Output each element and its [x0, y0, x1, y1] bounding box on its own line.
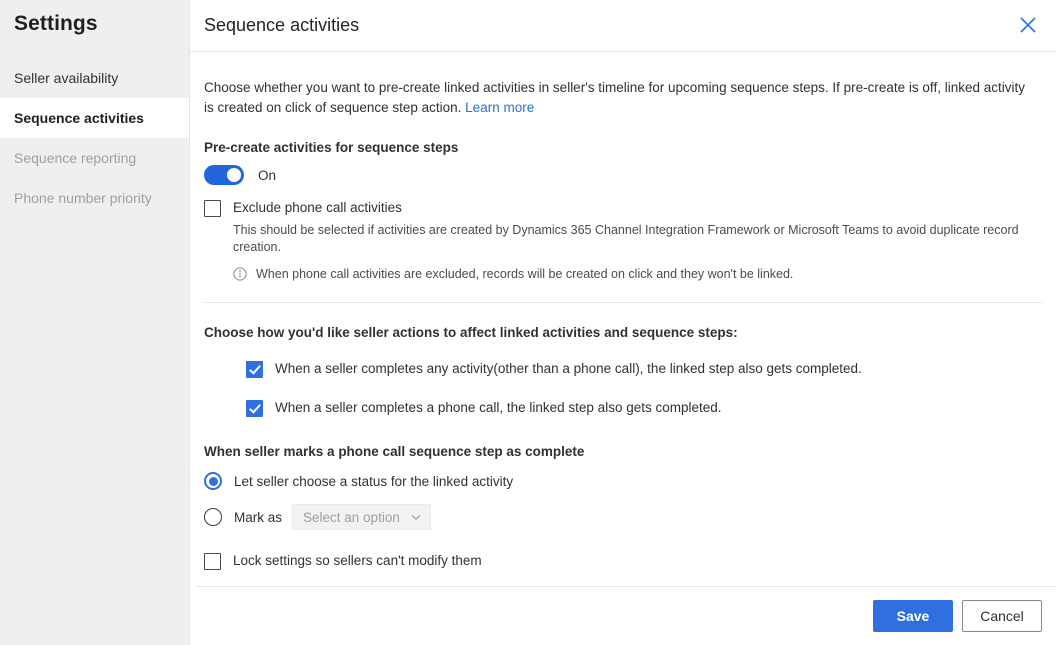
- sidebar-item-label: Seller availability: [14, 70, 119, 86]
- radio-mark-as-label: Mark as: [234, 509, 283, 525]
- seller-actions-heading: Choose how you'd like seller actions to …: [204, 325, 738, 340]
- precreate-toggle-row: On: [204, 165, 1042, 185]
- phone-complete-heading: When seller marks a phone call sequence …: [204, 444, 585, 459]
- sidebar-item-label: Phone number priority: [14, 190, 152, 206]
- sidebar-nav: Seller availability Sequence activities …: [0, 58, 189, 218]
- sidebar-item-label: Sequence reporting: [14, 150, 137, 166]
- seller-action-phone-call-label: When a seller completes a phone call, th…: [275, 400, 722, 415]
- radio-let-seller-choose[interactable]: [204, 472, 222, 490]
- seller-action-option-row: When a seller completes a phone call, th…: [246, 399, 1042, 417]
- footer-divider: [195, 586, 1056, 587]
- lock-settings-row: Lock settings so sellers can't modify th…: [204, 552, 1042, 570]
- sidebar-item-label: Sequence activities: [14, 110, 144, 126]
- sidebar-item-sequence-reporting: Sequence reporting: [0, 138, 189, 178]
- seller-action-any-activity-checkbox[interactable]: [246, 361, 263, 378]
- phone-complete-option-row: Let seller choose a status for the linke…: [204, 472, 1042, 490]
- seller-action-any-activity-label: When a seller completes any activity(oth…: [275, 361, 862, 376]
- radio-mark-as[interactable]: [204, 508, 222, 526]
- lock-settings-label: Lock settings so sellers can't modify th…: [233, 553, 482, 568]
- seller-action-option-row: When a seller completes any activity(oth…: [246, 360, 1042, 378]
- precreate-toggle-state: On: [258, 167, 277, 183]
- settings-dialog: Settings Seller availability Sequence ac…: [0, 0, 1056, 645]
- exclude-phone-call-info: When phone call activities are excluded,…: [233, 266, 1042, 282]
- cancel-button[interactable]: Cancel: [962, 600, 1042, 632]
- dialog-footer: Save Cancel: [873, 600, 1042, 632]
- section-divider: [204, 302, 1042, 303]
- seller-action-phone-call-checkbox[interactable]: [246, 400, 263, 417]
- close-button[interactable]: [1010, 7, 1046, 43]
- info-icon: [233, 267, 247, 281]
- lock-settings-checkbox[interactable]: [204, 553, 221, 570]
- panel-description: Choose whether you want to pre-create li…: [204, 78, 1034, 118]
- exclude-phone-call-label: Exclude phone call activities: [233, 200, 402, 215]
- page-title: Sequence activities: [204, 15, 360, 35]
- precreate-label: Pre-create activities for sequence steps: [204, 140, 459, 155]
- close-icon: [1020, 17, 1036, 33]
- sidebar-item-phone-number-priority: Phone number priority: [0, 178, 189, 218]
- save-button[interactable]: Save: [873, 600, 953, 632]
- mark-as-dropdown[interactable]: Select an option: [292, 504, 431, 530]
- panel-header: Sequence activities: [190, 0, 1056, 52]
- sidebar-title: Settings: [14, 12, 98, 35]
- panel-body: Choose whether you want to pre-create li…: [190, 78, 1056, 570]
- learn-more-link[interactable]: Learn more: [465, 100, 534, 115]
- exclude-phone-call-description: This should be selected if activities ar…: [233, 223, 1019, 254]
- precreate-toggle[interactable]: [204, 165, 244, 185]
- mark-as-dropdown-value: Select an option: [303, 509, 400, 525]
- phone-complete-option-row: Mark as Select an option: [204, 504, 1042, 530]
- exclude-phone-call-row: Exclude phone call activities: [204, 199, 1042, 217]
- toggle-knob: [227, 168, 241, 182]
- description-text: Choose whether you want to pre-create li…: [204, 80, 1025, 115]
- info-text: When phone call activities are excluded,…: [256, 267, 794, 281]
- chevron-down-icon: [411, 514, 421, 520]
- settings-content: Sequence activities Choose whether you w…: [190, 0, 1056, 645]
- sidebar-item-seller-availability[interactable]: Seller availability: [0, 58, 189, 98]
- radio-let-seller-choose-label: Let seller choose a status for the linke…: [234, 473, 514, 489]
- sidebar-item-sequence-activities[interactable]: Sequence activities: [0, 98, 189, 138]
- exclude-phone-call-checkbox[interactable]: [204, 200, 221, 217]
- settings-sidebar: Settings Seller availability Sequence ac…: [0, 0, 190, 645]
